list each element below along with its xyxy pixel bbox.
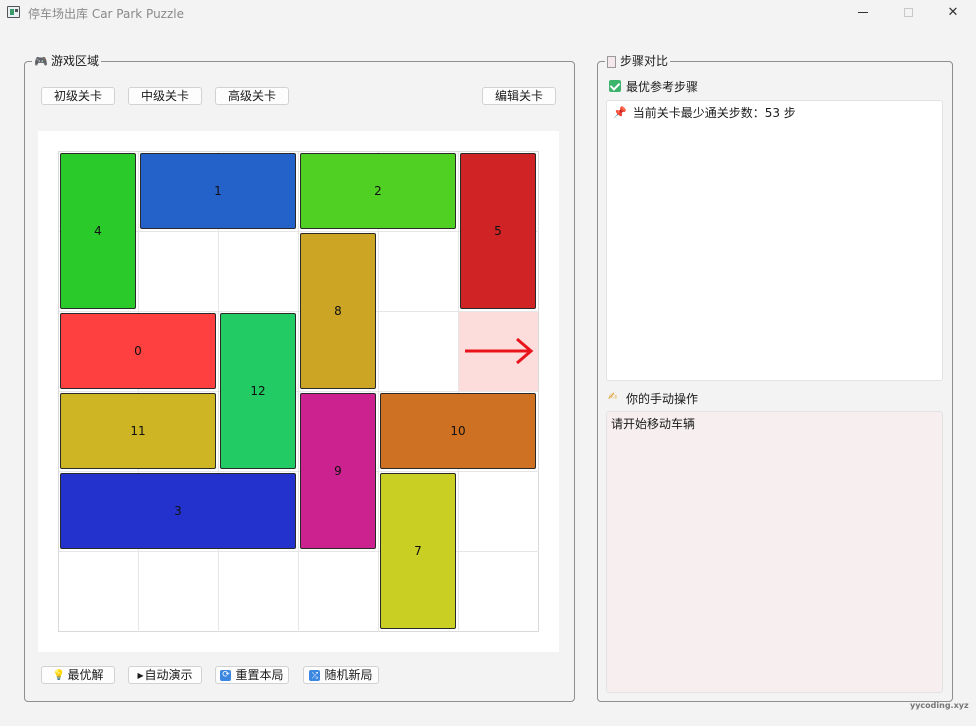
optimal-steps-checkbox[interactable] — [609, 80, 621, 92]
car-label: 1 — [214, 184, 222, 198]
gamepad-icon: 🎮 — [34, 54, 48, 68]
steps-compare-title: 步骤对比 — [605, 54, 671, 69]
board-cell — [139, 232, 219, 312]
optimal-steps-panel[interactable]: 📌 当前关卡最少通关步数：53 步 — [606, 100, 943, 381]
car-label: 9 — [334, 464, 342, 478]
board-cell — [379, 312, 459, 392]
pushpin-icon: 📌 — [613, 106, 627, 119]
manual-steps-panel[interactable]: 请开始移动车辆 — [606, 411, 943, 693]
car-11[interactable]: 11 — [60, 393, 216, 469]
watermark: yycoding.xyz — [910, 701, 969, 710]
close-button[interactable]: ✕ — [930, 0, 976, 26]
car-label: 12 — [250, 384, 266, 398]
minimize-button[interactable] — [840, 0, 886, 26]
clipboard-icon — [607, 55, 616, 68]
optimal-solution-button[interactable]: 💡 最优解 — [41, 666, 115, 684]
minimize-icon — [858, 12, 868, 13]
car-label: 10 — [450, 424, 466, 438]
car-9[interactable]: 9 — [300, 393, 376, 549]
game-area-title-text: 游戏区域 — [51, 54, 100, 68]
exit-cell — [459, 312, 538, 391]
car-label: 5 — [494, 224, 502, 238]
random-new-game-button[interactable]: ⤮ 随机新局 — [303, 666, 379, 684]
board-cell — [459, 552, 539, 632]
car-label: 7 — [414, 544, 422, 558]
exit-arrow-icon — [465, 337, 534, 365]
app-icon — [7, 6, 20, 18]
car-1[interactable]: 1 — [140, 153, 296, 229]
optimal-steps-line: 📌 当前关卡最少通关步数：53 步 — [613, 104, 796, 121]
shuffle-icon: ⤮ — [309, 669, 321, 681]
auto-demo-button[interactable]: ▶ 自动演示 — [128, 666, 202, 684]
car-8[interactable]: 8 — [300, 233, 376, 389]
car-5[interactable]: 5 — [460, 153, 536, 309]
title-bar: 停车场出库 Car Park Puzzle ✕ — [0, 0, 976, 26]
car-label: 4 — [94, 224, 102, 238]
advanced-level-button[interactable]: 高级关卡 — [215, 87, 289, 105]
car-4[interactable]: 4 — [60, 153, 136, 309]
manual-steps-label: 你的手动操作 — [626, 392, 699, 406]
close-icon: ✕ — [947, 5, 959, 20]
parking-board: 4 1 2 5 8 0 12 11 9 10 3 7 — [58, 151, 539, 632]
maximize-icon — [903, 8, 913, 17]
car-label: 2 — [374, 184, 382, 198]
board-container: 4 1 2 5 8 0 12 11 9 10 3 7 — [38, 131, 559, 652]
optimal-steps-text: 当前关卡最少通关步数：53 步 — [632, 106, 796, 120]
board-cell — [219, 232, 299, 312]
play-icon: ▶ — [137, 670, 144, 680]
car-12[interactable]: 12 — [220, 313, 296, 469]
car-label: 3 — [174, 504, 182, 518]
maximize-button[interactable] — [885, 0, 931, 26]
board-cell — [59, 552, 139, 632]
reset-game-button[interactable]: ⟳ 重置本局 — [215, 666, 289, 684]
edit-level-button[interactable]: 编辑关卡 — [482, 87, 556, 105]
lightbulb-icon: 💡 — [52, 669, 65, 681]
car-label: 8 — [334, 304, 342, 318]
game-area-title: 🎮 游戏区域 — [32, 54, 102, 69]
steps-compare-title-text: 步骤对比 — [620, 54, 669, 68]
car-10[interactable]: 10 — [380, 393, 536, 469]
board-cell — [459, 472, 539, 552]
beginner-level-button[interactable]: 初级关卡 — [41, 87, 115, 105]
car-0[interactable]: 0 — [60, 313, 216, 389]
car-label: 11 — [130, 424, 146, 438]
car-label: 0 — [134, 344, 142, 358]
car-7[interactable]: 7 — [380, 473, 456, 629]
board-cell — [139, 552, 219, 632]
car-3[interactable]: 3 — [60, 473, 296, 549]
car-2[interactable]: 2 — [300, 153, 456, 229]
manual-steps-text: 请开始移动车辆 — [611, 417, 696, 431]
board-cell — [379, 232, 459, 312]
writing-hand-icon: ✍ — [608, 390, 618, 403]
intermediate-level-button[interactable]: 中级关卡 — [128, 87, 202, 105]
optimal-steps-label: 最优参考步骤 — [626, 80, 699, 94]
refresh-icon: ⟳ — [220, 669, 232, 681]
board-cell — [219, 552, 299, 632]
window-title: 停车场出库 Car Park Puzzle — [28, 7, 184, 21]
board-cell — [299, 552, 379, 632]
